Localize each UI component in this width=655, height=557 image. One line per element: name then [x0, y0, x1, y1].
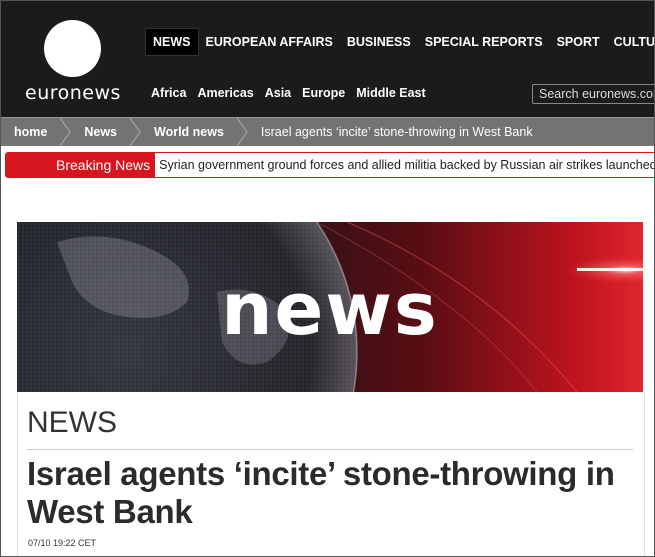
nav-culture[interactable]: CULTURE	[607, 28, 654, 56]
section-divider	[27, 449, 633, 450]
chevron-right-icon	[59, 118, 72, 146]
region-asia[interactable]: Asia	[265, 86, 291, 100]
nav-special-reports[interactable]: SPECIAL REPORTS	[418, 28, 550, 56]
news-globe-graphic: news	[17, 222, 643, 392]
breadcrumb: home News World news Israel agents ‘inci…	[1, 117, 654, 146]
breadcrumb-news[interactable]: News	[71, 118, 129, 146]
breadcrumb-home[interactable]: home	[1, 118, 59, 146]
breaking-news-text[interactable]: Syrian government ground forces and alli…	[155, 158, 654, 172]
nav-news[interactable]: NEWS	[145, 28, 199, 56]
region-middle-east[interactable]: Middle East	[356, 86, 425, 100]
breadcrumb-current: Israel agents ‘incite’ stone-throwing in…	[260, 125, 533, 139]
region-africa[interactable]: Africa	[151, 86, 186, 100]
region-americas[interactable]: Americas	[197, 86, 253, 100]
breadcrumb-world-news[interactable]: World news	[141, 118, 236, 146]
article-date: 07/10 19:22 CET	[28, 538, 97, 548]
breaking-news-ticker[interactable]: Breaking News Syrian government ground f…	[5, 152, 654, 178]
region-europe[interactable]: Europe	[302, 86, 345, 100]
article-header: NEWS Israel agents ‘incite’ stone-throwi…	[17, 392, 645, 556]
nav-sport[interactable]: SPORT	[550, 28, 607, 56]
chevron-right-icon	[236, 118, 248, 146]
main-nav: NEWS EUROPEAN AFFAIRS BUSINESS SPECIAL R…	[145, 28, 654, 56]
search-input[interactable]	[532, 84, 654, 104]
region-nav: Africa Americas Asia Europe Middle East	[151, 86, 426, 100]
site-header: euronews NEWS EUROPEAN AFFAIRS BUSINESS …	[1, 1, 654, 117]
breaking-news-label: Breaking News	[6, 153, 156, 177]
chevron-right-icon	[129, 118, 141, 146]
hero-news-word: news	[221, 267, 438, 351]
section-label[interactable]: NEWS	[27, 406, 117, 440]
nav-business[interactable]: BUSINESS	[340, 28, 418, 56]
page-frame: euronews NEWS EUROPEAN AFFAIRS BUSINESS …	[0, 0, 655, 557]
hero-image: news	[17, 222, 643, 392]
logo-wordmark[interactable]: euronews	[25, 82, 121, 104]
article-headline: Israel agents ‘incite’ stone-throwing in…	[27, 455, 615, 530]
euronews-logo[interactable]	[44, 20, 101, 77]
nav-european-affairs[interactable]: EUROPEAN AFFAIRS	[199, 28, 340, 56]
